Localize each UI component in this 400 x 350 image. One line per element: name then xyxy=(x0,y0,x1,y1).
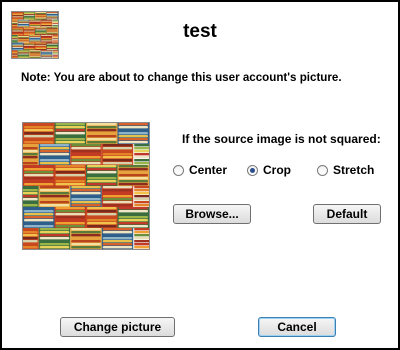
warning-note: Note: You are about to change this user … xyxy=(21,71,342,84)
radio-center[interactable]: Center xyxy=(173,163,227,177)
radio-crop[interactable]: Crop xyxy=(247,163,291,177)
radio-stretch[interactable]: Stretch xyxy=(317,163,374,177)
cancel-button[interactable]: Cancel xyxy=(258,317,336,337)
radio-stretch-indicator[interactable] xyxy=(317,164,328,176)
woven-textile-image xyxy=(23,123,149,249)
radio-crop-label: Crop xyxy=(263,163,291,177)
browse-button[interactable]: Browse... xyxy=(173,204,251,224)
crop-options-label: If the source image is not squared: xyxy=(182,132,381,146)
radio-stretch-label: Stretch xyxy=(333,163,375,177)
radio-center-indicator[interactable] xyxy=(173,164,184,176)
picture-preview xyxy=(22,122,150,250)
change-picture-button[interactable]: Change picture xyxy=(60,317,175,337)
change-picture-dialog: test Note: You are about to change this … xyxy=(0,0,400,350)
radio-center-label: Center xyxy=(189,163,228,177)
radio-crop-indicator[interactable] xyxy=(247,164,258,176)
account-name: test xyxy=(183,21,217,42)
default-button[interactable]: Default xyxy=(313,204,381,224)
